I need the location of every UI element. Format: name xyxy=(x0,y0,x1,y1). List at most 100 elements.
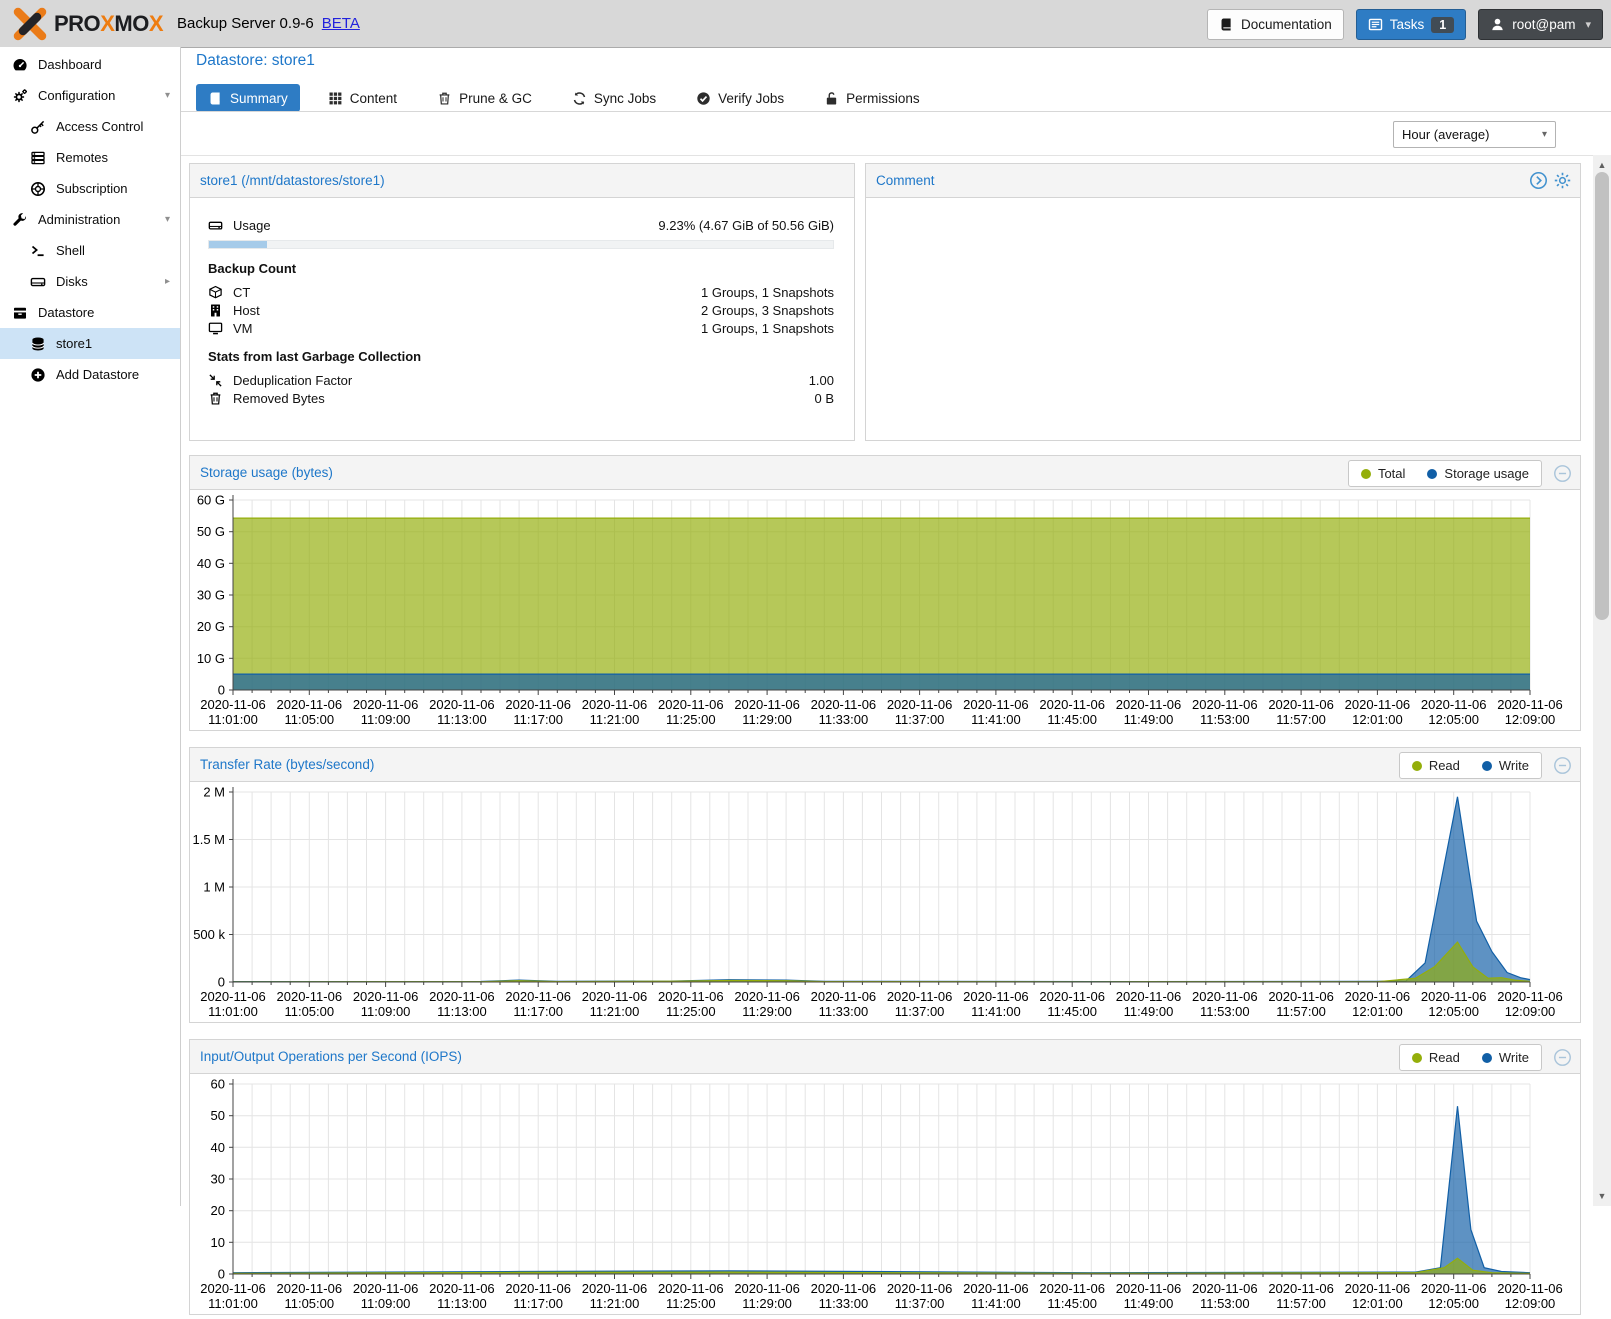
sidebar-item-access-control[interactable]: Access Control xyxy=(0,111,180,142)
documentation-label: Documentation xyxy=(1241,17,1332,32)
tasks-badge: 1 xyxy=(1431,17,1454,33)
usage-progressbar xyxy=(208,240,834,249)
legend-item-read[interactable]: Read xyxy=(1412,758,1460,773)
svg-text:11:29:00: 11:29:00 xyxy=(742,1004,792,1019)
svg-text:2020-11-06: 2020-11-06 xyxy=(887,1281,953,1296)
panel-title: Input/Output Operations per Second (IOPS… xyxy=(200,1049,462,1064)
svg-text:11:53:00: 11:53:00 xyxy=(1200,712,1250,727)
svg-text:2020-11-06: 2020-11-06 xyxy=(963,697,1029,712)
row-label: CT xyxy=(233,285,250,300)
svg-text:2020-11-06: 2020-11-06 xyxy=(1116,989,1182,1004)
tab-label: Verify Jobs xyxy=(718,91,784,106)
legend-dot xyxy=(1482,1053,1492,1063)
chevron-right-circle-icon[interactable] xyxy=(1529,171,1548,190)
sidebar-item-administration[interactable]: Administration ▾ xyxy=(0,204,180,235)
sidebar-item-label: Administration xyxy=(38,212,120,227)
chevron-down-icon[interactable]: ▾ xyxy=(165,214,170,225)
row-label: VM xyxy=(233,321,253,336)
tab-content[interactable]: Content xyxy=(316,84,409,112)
svg-text:11:17:00: 11:17:00 xyxy=(513,712,563,727)
tab-permissions[interactable]: Permissions xyxy=(812,84,932,112)
tasks-button[interactable]: Tasks 1 xyxy=(1356,9,1466,40)
svg-text:11:57:00: 11:57:00 xyxy=(1276,712,1326,727)
svg-text:2020-11-06: 2020-11-06 xyxy=(1345,1281,1411,1296)
documentation-button[interactable]: Documentation xyxy=(1207,9,1344,40)
page-title: Datastore: store1 xyxy=(196,52,315,70)
svg-text:2020-11-06: 2020-11-06 xyxy=(1345,697,1411,712)
legend-item-total[interactable]: Total xyxy=(1361,466,1405,481)
sidebar-item-disks[interactable]: Disks▸ xyxy=(0,266,180,297)
sidebar-item-subscription[interactable]: Subscription xyxy=(0,173,180,204)
sidebar-item-store1[interactable]: store1 xyxy=(0,328,180,359)
tab-sync-jobs[interactable]: Sync Jobs xyxy=(560,84,668,112)
minus-circle-icon[interactable] xyxy=(1553,1048,1572,1067)
sidebar-item-datastore[interactable]: Datastore xyxy=(0,297,180,328)
tab-label: Permissions xyxy=(846,91,920,106)
chevron-right-icon[interactable]: ▸ xyxy=(165,276,170,287)
sidebar-item-dashboard[interactable]: Dashboard xyxy=(0,49,180,80)
scrollbar-thumb[interactable] xyxy=(1595,172,1609,620)
svg-text:2020-11-06: 2020-11-06 xyxy=(505,989,571,1004)
legend-item-write[interactable]: Write xyxy=(1482,758,1529,773)
trash-icon xyxy=(437,91,452,106)
chevron-down-icon[interactable]: ▾ xyxy=(165,90,170,101)
remotes-icon xyxy=(30,150,48,166)
legend-item-read[interactable]: Read xyxy=(1412,1050,1460,1065)
svg-text:2020-11-06: 2020-11-06 xyxy=(963,1281,1029,1296)
minus-circle-icon[interactable] xyxy=(1553,756,1572,775)
svg-text:40 G: 40 G xyxy=(197,556,225,571)
svg-text:11:21:00: 11:21:00 xyxy=(590,712,640,727)
usage-row: Usage 9.23% (4.67 GiB of 50.56 GiB) xyxy=(208,216,834,235)
svg-text:0: 0 xyxy=(218,1267,225,1282)
svg-text:2020-11-06: 2020-11-06 xyxy=(658,989,724,1004)
svg-text:2020-11-06: 2020-11-06 xyxy=(887,697,953,712)
minus-circle-icon[interactable] xyxy=(1553,464,1572,483)
beta-link[interactable]: BETA xyxy=(322,15,360,32)
svg-text:11:49:00: 11:49:00 xyxy=(1124,1296,1174,1311)
svg-text:2 M: 2 M xyxy=(203,785,225,800)
vertical-scrollbar[interactable]: ▲ ▼ xyxy=(1593,155,1611,1206)
transfer-rate-chart: 2 M1.5 M1 M500 k02020-11-0611:01:002020-… xyxy=(190,782,1580,1024)
summary-row-ct: CT1 Groups, 1 Snapshots xyxy=(208,283,834,302)
svg-text:11:49:00: 11:49:00 xyxy=(1124,1004,1174,1019)
panel-header: Input/Output Operations per Second (IOPS… xyxy=(190,1040,1580,1074)
sidebar-item-configuration[interactable]: Configuration▾ xyxy=(0,80,180,111)
svg-text:11:09:00: 11:09:00 xyxy=(361,1004,411,1019)
list-icon xyxy=(1368,17,1383,32)
tab-label: Sync Jobs xyxy=(594,91,656,106)
grid-icon xyxy=(328,91,343,106)
sidebar-item-label: Remotes xyxy=(56,150,108,165)
svg-text:11:05:00: 11:05:00 xyxy=(284,712,334,727)
svg-text:2020-11-06: 2020-11-06 xyxy=(1192,989,1258,1004)
timeframe-select[interactable]: Hour (average) ▾ xyxy=(1393,121,1556,148)
gear-icon[interactable] xyxy=(1553,171,1572,190)
legend-item-write[interactable]: Write xyxy=(1482,1050,1529,1065)
user-menu-button[interactable]: root@pam ▾ xyxy=(1478,9,1603,40)
tab-prune-gc[interactable]: Prune & GC xyxy=(425,84,544,112)
svg-text:11:25:00: 11:25:00 xyxy=(666,1296,716,1311)
sidebar-item-label: store1 xyxy=(56,336,92,351)
scroll-up-arrow-icon[interactable]: ▲ xyxy=(1593,157,1611,173)
desktop-icon xyxy=(208,321,225,336)
svg-text:11:29:00: 11:29:00 xyxy=(742,1296,792,1311)
sidebar-item-remotes[interactable]: Remotes xyxy=(0,142,180,173)
svg-text:11:33:00: 11:33:00 xyxy=(819,1004,869,1019)
sidebar-item-shell[interactable]: Shell xyxy=(0,235,180,266)
svg-text:11:53:00: 11:53:00 xyxy=(1200,1004,1250,1019)
legend-item-storage-usage[interactable]: Storage usage xyxy=(1427,466,1529,481)
lifering-icon xyxy=(30,181,48,197)
row-value: 0 B xyxy=(814,391,834,406)
dashboard-icon xyxy=(12,57,30,73)
sidebar-item-add-datastore[interactable]: Add Datastore xyxy=(0,359,180,390)
tab-verify-jobs[interactable]: Verify Jobs xyxy=(684,84,796,112)
svg-text:20 G: 20 G xyxy=(197,619,225,634)
sidebar-item-label: Dashboard xyxy=(38,57,102,72)
svg-text:40: 40 xyxy=(211,1140,225,1155)
tasks-label: Tasks xyxy=(1390,17,1425,32)
svg-text:11:57:00: 11:57:00 xyxy=(1276,1296,1326,1311)
tab-summary[interactable]: Summary xyxy=(196,84,300,112)
svg-text:12:01:00: 12:01:00 xyxy=(1352,1004,1403,1019)
scroll-down-arrow-icon[interactable]: ▼ xyxy=(1593,1188,1611,1204)
svg-text:11:33:00: 11:33:00 xyxy=(819,712,869,727)
sidebar: Dashboard Configuration▾Access Control Rem… xyxy=(0,47,181,1206)
